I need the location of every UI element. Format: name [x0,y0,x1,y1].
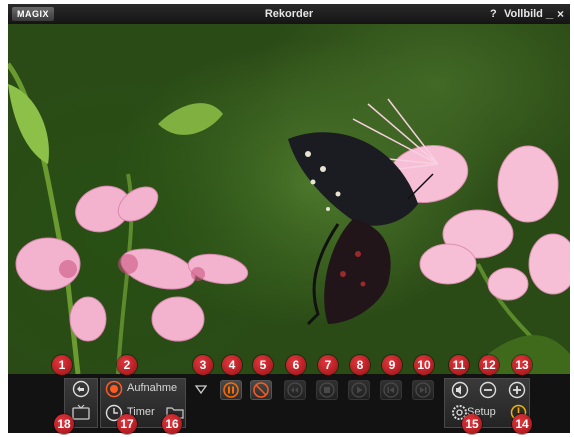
callout-9: 9 [382,355,402,375]
skip-forward-icon [415,382,431,398]
callout-15: 15 [462,414,482,434]
previous-button[interactable] [380,380,402,400]
rewind-icon [287,382,303,398]
callout-2: 2 [117,355,137,375]
callout-4: 4 [222,355,242,375]
minus-icon[interactable] [479,381,497,399]
callout-12: 12 [479,355,499,375]
callout-18: 18 [54,414,74,434]
title-bar: MAGIX Rekorder ? Vollbild _ × [8,4,570,24]
stop-icon [319,382,335,398]
help-button[interactable]: ? [490,8,497,20]
callout-7: 7 [318,355,338,375]
callout-16: 16 [162,414,182,434]
video-frame-image [8,62,570,374]
chevron-down-icon[interactable] [194,383,208,395]
minimize-button[interactable]: _ [546,5,553,20]
speaker-icon[interactable] [451,381,469,399]
play-button[interactable] [348,380,370,400]
window-title: Rekorder [264,8,314,20]
tv-icon[interactable] [72,404,90,420]
undo-icon[interactable] [72,380,90,398]
callout-6: 6 [286,355,306,375]
close-button[interactable]: × [557,7,564,21]
pause-icon [223,382,239,398]
video-preview [8,24,570,374]
fullscreen-button[interactable]: Vollbild [504,8,543,20]
plus-icon[interactable] [508,381,526,399]
callout-10: 10 [414,355,434,375]
no-signal-icon [253,382,269,398]
callout-5: 5 [253,355,273,375]
pause-button[interactable] [220,380,242,400]
play-icon [351,382,367,398]
callout-17: 17 [117,414,137,434]
record-icon[interactable] [105,380,123,398]
callout-3: 3 [193,355,213,375]
record-button-label[interactable]: Aufnahme [127,382,177,394]
callout-8: 8 [350,355,370,375]
next-button[interactable] [412,380,434,400]
rewind-button[interactable] [284,380,306,400]
no-signal-button[interactable] [250,380,272,400]
stop-button[interactable] [316,380,338,400]
callout-14: 14 [512,414,532,434]
callout-11: 11 [449,355,469,375]
callout-1: 1 [52,355,72,375]
skip-back-icon [383,382,399,398]
callout-13: 13 [512,355,532,375]
